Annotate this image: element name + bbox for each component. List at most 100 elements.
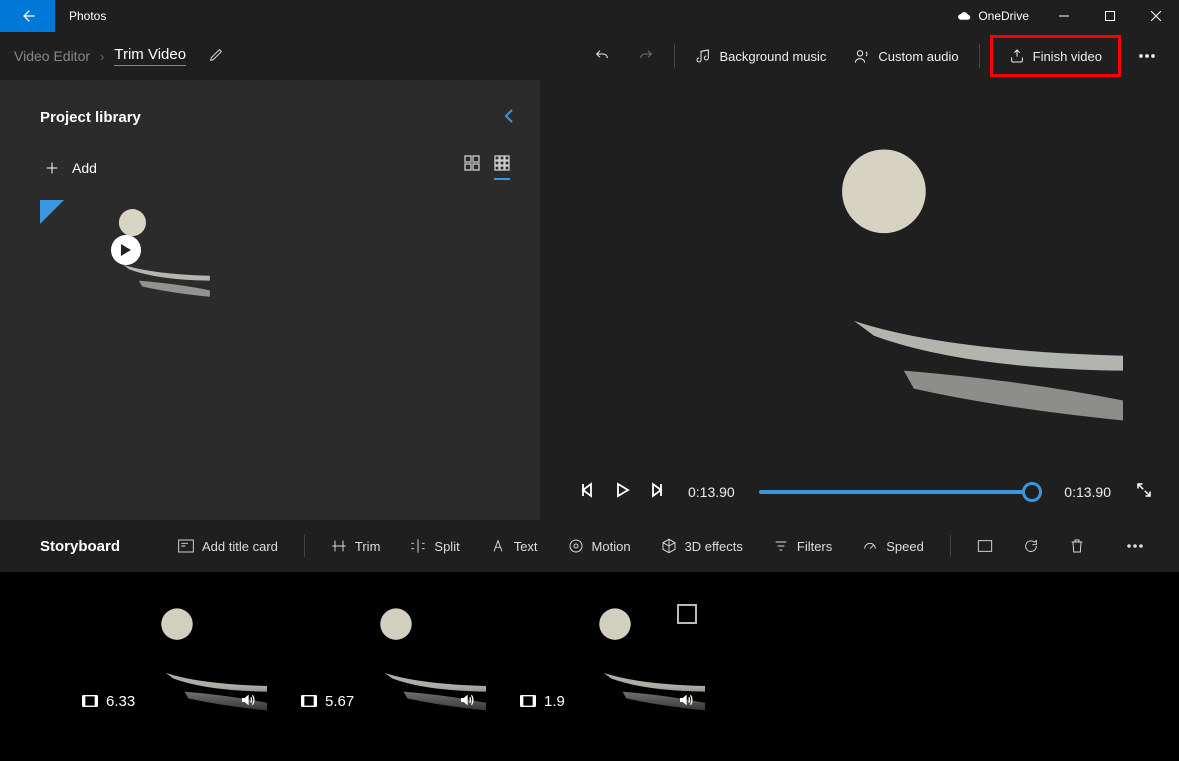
- step-forward-icon: [648, 482, 664, 498]
- add-media-button[interactable]: Add: [44, 160, 97, 176]
- text-button[interactable]: Text: [478, 538, 550, 554]
- seek-bar[interactable]: [759, 490, 1041, 494]
- speaker-icon: [458, 692, 476, 708]
- grid-small-view-button[interactable]: [494, 155, 510, 180]
- clip-volume-button[interactable]: [677, 692, 695, 711]
- view-toggle: [464, 155, 510, 180]
- back-button[interactable]: [0, 0, 55, 32]
- split-label: Split: [434, 539, 459, 554]
- beach-preview-image: [605, 121, 1123, 431]
- motion-button[interactable]: Motion: [556, 538, 643, 554]
- preview-panel: 0:13.90 0:13.90: [540, 80, 1179, 520]
- clip-footer: 6.33: [72, 686, 267, 716]
- top-toolbar: Video Editor › Trim Video Background mus…: [0, 32, 1179, 80]
- storyboard-clip[interactable]: 6.33: [72, 596, 267, 716]
- collapse-panel-button[interactable]: [504, 108, 514, 127]
- total-time: 0:13.90: [1058, 484, 1117, 500]
- filters-icon: [773, 538, 789, 554]
- storyboard-clip[interactable]: 1.9: [510, 596, 705, 716]
- window-controls: [1041, 0, 1179, 32]
- more-options-button[interactable]: [1125, 38, 1169, 74]
- storyboard-track[interactable]: 6.33 5.67 1.9: [0, 572, 1179, 757]
- main-area: Project library Add: [0, 80, 1179, 520]
- motion-icon: [568, 538, 584, 554]
- delete-button[interactable]: [1057, 538, 1097, 554]
- clip-volume-button[interactable]: [239, 692, 257, 711]
- speed-label: Speed: [886, 539, 924, 554]
- play-button[interactable]: [614, 482, 630, 501]
- step-back-icon: [580, 482, 596, 498]
- clip-duration: 1.9: [520, 693, 565, 710]
- trash-icon: [1069, 538, 1085, 554]
- project-library-title: Project library: [40, 109, 141, 126]
- trim-label: Trim: [355, 539, 381, 554]
- current-time: 0:13.90: [682, 484, 741, 500]
- grid-3x3-icon: [494, 155, 510, 171]
- speaker-icon: [239, 692, 257, 708]
- grid-large-view-button[interactable]: [464, 155, 480, 180]
- motion-label: Motion: [592, 539, 631, 554]
- speed-button[interactable]: Speed: [850, 538, 936, 554]
- video-preview[interactable]: [605, 121, 1123, 431]
- clip-volume-button[interactable]: [458, 692, 476, 711]
- 3d-effects-button[interactable]: 3D effects: [649, 538, 755, 554]
- storyboard-more-button[interactable]: [1115, 538, 1155, 554]
- storyboard-title: Storyboard: [40, 538, 120, 555]
- chevron-left-icon: [504, 108, 514, 124]
- background-music-label: Background music: [719, 49, 826, 64]
- play-overlay-button[interactable]: [111, 235, 141, 265]
- clip-duration-value: 5.67: [325, 693, 354, 710]
- filters-button[interactable]: Filters: [761, 538, 844, 554]
- next-frame-button[interactable]: [648, 482, 664, 501]
- film-icon: [520, 694, 536, 708]
- resize-button[interactable]: [965, 538, 1005, 554]
- previous-frame-button[interactable]: [580, 482, 596, 501]
- title-card-icon: [178, 538, 194, 554]
- rename-button[interactable]: [208, 47, 224, 66]
- clip-selection-checkbox[interactable]: [677, 604, 697, 624]
- finish-video-button[interactable]: Finish video: [995, 40, 1116, 72]
- add-label: Add: [72, 160, 97, 176]
- custom-audio-label: Custom audio: [878, 49, 958, 64]
- export-icon: [1009, 48, 1025, 64]
- close-icon: [1151, 11, 1161, 21]
- redo-icon: [638, 48, 654, 64]
- video-fold-corner-icon: [40, 200, 64, 224]
- fullscreen-icon: [1135, 481, 1153, 499]
- maximize-button[interactable]: [1087, 0, 1133, 32]
- background-music-button[interactable]: Background music: [681, 38, 840, 74]
- add-title-card-button[interactable]: Add title card: [166, 538, 290, 554]
- text-label: Text: [514, 539, 538, 554]
- seek-thumb[interactable]: [1022, 482, 1042, 502]
- trim-button[interactable]: Trim: [319, 538, 393, 554]
- onedrive-status[interactable]: OneDrive: [956, 9, 1041, 23]
- storyboard-clip[interactable]: 5.67: [291, 596, 486, 716]
- play-icon: [121, 244, 131, 256]
- minimize-icon: [1059, 11, 1069, 21]
- storybar-separator: [304, 535, 305, 557]
- arrow-left-icon: [20, 8, 36, 24]
- text-icon: [490, 538, 506, 554]
- rotate-button[interactable]: [1011, 538, 1051, 554]
- custom-audio-button[interactable]: Custom audio: [840, 38, 972, 74]
- split-button[interactable]: Split: [398, 538, 471, 554]
- chevron-right-icon: ›: [100, 49, 104, 64]
- undo-button[interactable]: [580, 38, 624, 74]
- fullscreen-button[interactable]: [1135, 481, 1153, 502]
- toolbar-separator: [674, 44, 675, 68]
- clip-duration: 6.33: [82, 693, 135, 710]
- breadcrumb: Video Editor › Trim Video: [10, 46, 224, 66]
- breadcrumb-root[interactable]: Video Editor: [14, 48, 90, 64]
- plus-icon: [44, 160, 60, 176]
- breadcrumb-current: Trim Video: [114, 46, 186, 66]
- close-button[interactable]: [1133, 0, 1179, 32]
- redo-button[interactable]: [624, 38, 668, 74]
- maximize-icon: [1105, 11, 1115, 21]
- toolbar-separator: [979, 44, 980, 68]
- storybar-separator: [950, 535, 951, 557]
- minimize-button[interactable]: [1041, 0, 1087, 32]
- clip-duration-value: 6.33: [106, 693, 135, 710]
- library-clip-thumbnail[interactable]: [40, 200, 212, 300]
- cloud-icon: [956, 11, 972, 21]
- aspect-icon: [977, 538, 993, 554]
